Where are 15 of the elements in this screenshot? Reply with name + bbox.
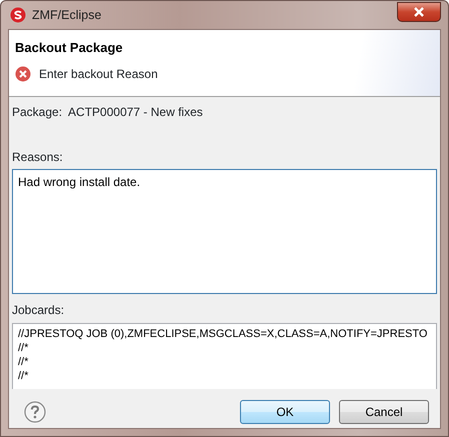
help-icon[interactable]	[24, 401, 46, 423]
jobcards-field[interactable]: //JPRESTOQ JOB (0),ZMFECLIPSE,MSGCLASS=X,CLASS=A,NOTIFY=JPRESTO //* //* //*	[12, 323, 437, 389]
cancel-button[interactable]: Cancel	[339, 400, 429, 424]
message-text: Enter backout Reason	[39, 66, 158, 82]
reasons-label: Reasons:	[12, 149, 64, 166]
close-button[interactable]	[397, 2, 441, 22]
dialog-heading: Backout Package	[15, 39, 124, 57]
close-icon	[413, 7, 425, 17]
ok-button[interactable]: OK	[240, 400, 330, 424]
jobcards-label: Jobcards:	[12, 302, 66, 319]
app-icon	[10, 7, 26, 23]
package-label: Package:	[12, 104, 62, 121]
window-title: ZMF/Eclipse	[32, 6, 102, 24]
reasons-field[interactable]: Had wrong install date.	[12, 169, 437, 294]
package-value: ACTP000077 - New fixes	[68, 104, 203, 121]
